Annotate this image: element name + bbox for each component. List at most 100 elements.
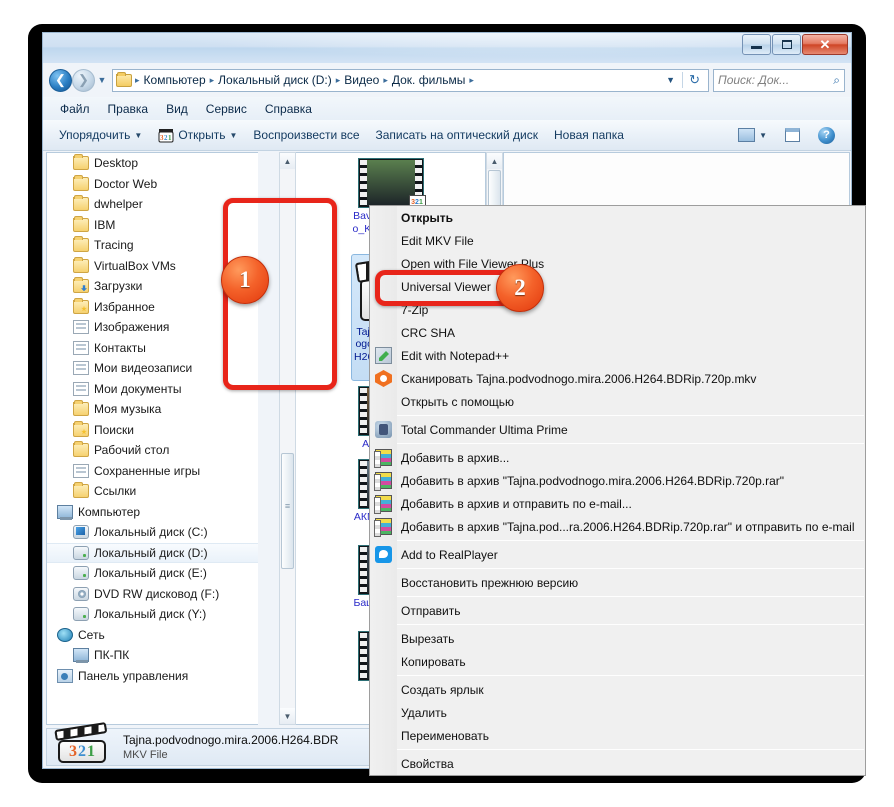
sidebar-item-11[interactable]: Мои документы — [47, 379, 258, 400]
sidebar-item-2[interactable]: dwhelper — [47, 194, 258, 215]
sidebar-item-8[interactable]: Изображения — [47, 317, 258, 338]
menu-tools[interactable]: Сервис — [197, 100, 256, 118]
context-menu-item-0-3[interactable]: Universal Viewer — [370, 275, 865, 298]
sidebar-item-18[interactable]: Локальный диск (C:) — [47, 522, 258, 543]
close-button[interactable]: ✕ — [802, 34, 848, 55]
scroll-up-arrow-icon[interactable]: ▲ — [280, 153, 295, 169]
sidebar-item-23[interactable]: Сеть — [47, 625, 258, 646]
digit-3: 3 — [69, 743, 77, 760]
sidebar-item-19[interactable]: Локальный диск (D:) — [47, 542, 258, 563]
recent-locations-button[interactable]: ▼ — [95, 75, 109, 85]
context-menu-item-6-1[interactable]: Копировать — [370, 650, 865, 673]
sidebar-item-25[interactable]: Панель управления — [47, 666, 258, 687]
refresh-icon[interactable]: ↻ — [682, 72, 706, 88]
minimize-button[interactable] — [742, 34, 771, 55]
breadcrumb-current-folder[interactable]: Док. фильмы — [389, 73, 469, 87]
sidebar-item-22[interactable]: Локальный диск (Y:) — [47, 604, 258, 625]
organize-button[interactable]: Упорядочить ▼ — [51, 125, 150, 145]
context-menu-item-6-0[interactable]: Вырезать — [370, 627, 865, 650]
breadcrumb-video[interactable]: Видео — [341, 73, 382, 87]
chevron-down-icon[interactable]: ▼ — [659, 75, 682, 85]
context-menu-item-0-1[interactable]: Edit MKV File — [370, 229, 865, 252]
context-menu-item-label: Добавить в архив "Tajna.pod...ra.2006.H2… — [401, 519, 855, 534]
context-menu-item-2-0[interactable]: Добавить в архив... — [370, 446, 865, 469]
video-thumbnail: 321 — [357, 158, 426, 210]
context-menu-item-2-1[interactable]: Добавить в архив "Tajna.podvodnogo.mira.… — [370, 469, 865, 492]
context-menu[interactable]: Открыть Edit MKV File Open with File Viewe… — [369, 205, 866, 776]
context-menu-item-label: Вырезать — [401, 631, 455, 646]
forward-button[interactable]: ❯ — [72, 68, 95, 92]
sidebar-item-15[interactable]: Сохраненные игры — [47, 461, 258, 482]
breadcrumb-separator[interactable]: ▸ — [468, 75, 475, 86]
sidebar-item-label: ПК-ПК — [94, 648, 130, 663]
sidebar-item-20[interactable]: Локальный диск (E:) — [47, 563, 258, 584]
play-all-button[interactable]: Воспроизвести все — [245, 125, 367, 145]
sidebar-item-9[interactable]: Контакты — [47, 338, 258, 359]
sidebar-item-14[interactable]: Рабочий стол — [47, 440, 258, 461]
context-menu-item-2-2[interactable]: Добавить в архив и отправить по e-mail..… — [370, 492, 865, 515]
context-menu-item-8-0[interactable]: Свойства — [370, 752, 865, 775]
sidebar-item-16[interactable]: Ссылки — [47, 481, 258, 502]
new-folder-button[interactable]: Новая папка — [546, 125, 632, 145]
help-button[interactable]: ? — [810, 124, 843, 147]
navigation-pane-scrollbar[interactable]: ▲ ▼ — [279, 152, 296, 725]
address-bar[interactable]: ▸ Компьютер ▸ Локальный диск (D:) ▸ Виде… — [112, 68, 709, 92]
links-folder-icon — [73, 482, 89, 499]
winrar-icon — [374, 472, 392, 491]
context-menu-item-7-2[interactable]: Переименовать — [370, 724, 865, 747]
context-menu-item-0-4[interactable]: 7-Zip — [370, 298, 865, 321]
documents-folder-icon — [73, 381, 89, 396]
context-menu-item-3-0[interactable]: Add to RealPlayer — [370, 543, 865, 566]
sidebar-item-13[interactable]: Поиски — [47, 420, 258, 441]
sidebar-item-12[interactable]: Моя музыка — [47, 399, 258, 420]
scroll-up-arrow-icon[interactable]: ▲ — [487, 153, 502, 169]
context-menu-item-0-6[interactable]: Edit with Notepad++ — [370, 344, 865, 367]
saved-games-folder-icon — [73, 463, 89, 478]
context-menu-item-2-3[interactable]: Добавить в архив "Tajna.pod...ra.2006.H2… — [370, 515, 865, 538]
menu-view[interactable]: Вид — [157, 100, 197, 118]
sidebar-item-24[interactable]: ПК-ПК — [47, 645, 258, 666]
sidebar-item-label: VirtualBox VMs — [94, 258, 176, 273]
navigation-pane[interactable]: Desktop Doctor Web dwhelper IBM Tracing Virtu… — [46, 152, 258, 725]
sidebar-item-label: Tracing — [94, 238, 134, 253]
scrollbar-thumb[interactable] — [281, 453, 294, 569]
open-label: Открыть — [178, 128, 226, 142]
sidebar-item-7[interactable]: Избранное — [47, 297, 258, 318]
search-input[interactable]: Поиск: Док... ⌕ — [713, 68, 845, 92]
sidebar-item-0[interactable]: Desktop — [47, 153, 258, 174]
sidebar-item-17[interactable]: Компьютер — [47, 502, 258, 523]
maximize-button[interactable] — [772, 34, 801, 55]
context-menu-item-0-5[interactable]: CRC SHA — [370, 321, 865, 344]
sidebar-item-4[interactable]: Tracing — [47, 235, 258, 256]
back-button[interactable]: ❮ — [49, 68, 72, 92]
change-view-button[interactable]: ▼ — [730, 125, 775, 145]
sidebar-item-label: Рабочий стол — [94, 443, 170, 458]
open-button[interactable]: 3 2 1 Открыть ▼ — [150, 125, 245, 146]
sidebar-item-10[interactable]: Мои видеозаписи — [47, 358, 258, 379]
context-menu-item-7-1[interactable]: Удалить — [370, 701, 865, 724]
desktop-folder-icon — [73, 441, 89, 458]
context-menu-item-0-7[interactable]: Сканировать Tajna.podvodnogo.mira.2006.H… — [370, 367, 865, 390]
breadcrumb-computer[interactable]: Компьютер — [141, 73, 209, 87]
context-menu-item-4-0[interactable]: Восстановить прежнюю версию — [370, 571, 865, 594]
context-menu-item-1-0[interactable]: Total Commander Ultima Prime — [370, 418, 865, 441]
menu-help[interactable]: Справка — [256, 100, 321, 118]
menu-file[interactable]: Файл — [51, 100, 99, 118]
context-menu-item-0-0[interactable]: Открыть — [370, 206, 865, 229]
context-menu-item-5-0[interactable]: Отправить — [370, 599, 865, 622]
burn-to-disc-button[interactable]: Записать на оптический диск — [368, 125, 547, 145]
context-menu-item-0-2[interactable]: Open with File Viewer Plus — [370, 252, 865, 275]
sidebar-item-1[interactable]: Doctor Web — [47, 174, 258, 195]
sidebar-item-21[interactable]: DVD RW дисковод (F:) — [47, 584, 258, 605]
annotation-badge-2: 2 — [496, 264, 544, 312]
scroll-down-arrow-icon[interactable]: ▼ — [280, 708, 295, 724]
sidebar-item-3[interactable]: IBM — [47, 215, 258, 236]
context-menu-item-label: Удалить — [401, 705, 447, 720]
sidebar-item-label: Сохраненные игры — [94, 463, 201, 478]
menu-edit[interactable]: Правка — [99, 100, 158, 118]
context-menu-item-0-8[interactable]: Открыть с помощью — [370, 390, 865, 413]
context-menu-item-label: Открыть с помощью — [401, 394, 515, 409]
context-menu-item-7-0[interactable]: Создать ярлык — [370, 678, 865, 701]
show-preview-pane-button[interactable] — [777, 125, 808, 145]
breadcrumb-drive-d[interactable]: Локальный диск (D:) — [215, 73, 335, 87]
